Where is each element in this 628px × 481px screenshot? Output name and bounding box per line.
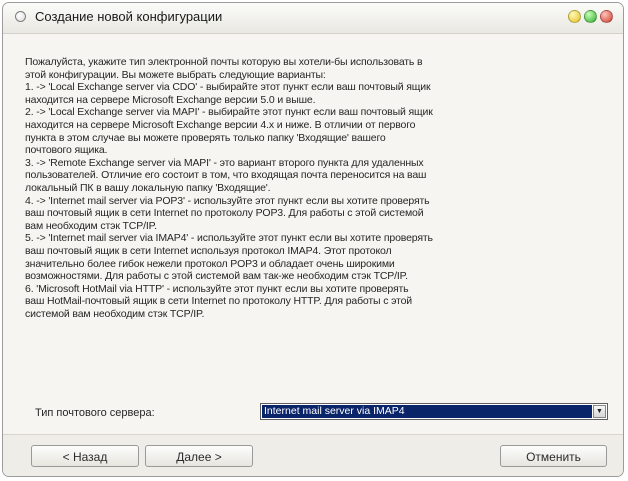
minimize-button[interactable] [568, 10, 581, 23]
description-line: почтового ящика. [25, 144, 108, 157]
server-type-selected-value: Internet mail server via IMAP4 [262, 405, 592, 418]
description-line: вам необходим стэк TCP/IP. [25, 219, 157, 232]
description-line: Пожалуйста, укажите тип электронной почт… [25, 56, 423, 68]
chevron-down-icon[interactable]: ▼ [593, 405, 606, 418]
description-line: системой вам необходим стэк TCP/IP. [25, 307, 205, 320]
description-line: находится на сервере Microsoft Exchange … [25, 93, 316, 106]
close-button[interactable] [600, 10, 613, 23]
description-line: 4. -> 'Internet mail server via POP3' - … [25, 194, 430, 207]
window-controls [568, 10, 613, 23]
server-type-select[interactable]: Internet mail server via IMAP4 ▼ [260, 403, 608, 420]
dialog-content: Пожалуйста, укажите тип электронной почт… [3, 34, 623, 434]
back-button[interactable]: < Назад [31, 445, 139, 467]
description-line: пункта в этом случае вы можете проверять… [25, 131, 386, 144]
button-bar: < Назад Далее > Отменить [3, 434, 623, 476]
description-line: находится на сервере Microsoft Exchange … [25, 118, 416, 131]
description-line: этой конфигурации. Вы можете выбрать сле… [25, 68, 326, 81]
maximize-button[interactable] [584, 10, 597, 23]
description-line: 5. -> 'Internet mail server via IMAP4' -… [25, 232, 433, 245]
dialog-window: Создание новой конфигурации Пожалуйста, … [2, 2, 624, 477]
cancel-button[interactable]: Отменить [500, 445, 607, 467]
title-bar[interactable]: Создание новой конфигурации [3, 3, 623, 34]
server-type-label: Тип почтового сервера: [35, 407, 155, 419]
description-line: 6. 'Microsoft HotMail via HTTP' - исполь… [25, 282, 409, 295]
description-line: 3. -> 'Remote Exchange server via MAPI' … [25, 156, 424, 169]
description-line: 2. -> 'Local Exchange server via MAPI' -… [25, 106, 433, 119]
window-title: Создание новой конфигурации [35, 9, 223, 24]
description-line: ваш HotMail-почтовый ящик в сети Interne… [25, 295, 413, 308]
description-line: возможностями. Для работы с этой системо… [25, 270, 408, 283]
description-line: ваш почтовый ящик в сети Internet исполь… [25, 244, 392, 257]
description-line: 1. -> 'Local Exchange server via CDO' - … [25, 81, 431, 94]
description-line: локальный ПК в вашу локальную папку 'Вхо… [25, 181, 271, 194]
description-line: ваш почтовый ящик в сети Internet по про… [25, 207, 424, 220]
description-text: Пожалуйста, укажите тип электронной почт… [25, 56, 607, 320]
server-type-row: Тип почтового сервера: Internet mail ser… [35, 403, 608, 421]
radio-icon [15, 11, 26, 22]
description-line: значительно более гибок нежели протокол … [25, 257, 395, 270]
description-line: пользователей. Отличие его состоит в том… [25, 169, 427, 182]
next-button[interactable]: Далее > [145, 445, 253, 467]
